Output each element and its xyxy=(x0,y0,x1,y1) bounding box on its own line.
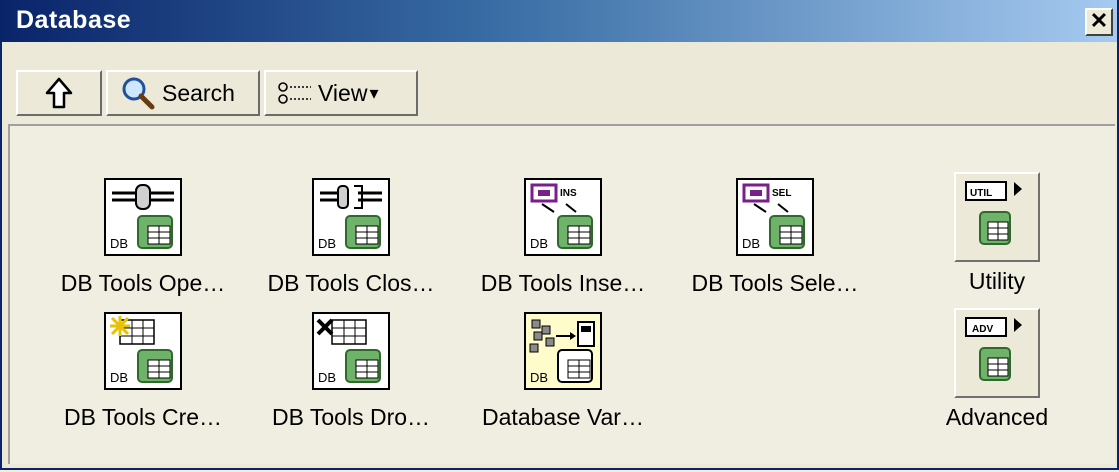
db-tag: DB xyxy=(110,370,128,385)
palette-item-db-tools-insert-data[interactable]: INS DB DB Tools Inse… xyxy=(458,178,668,308)
palette-item-label: DB Tools Dro… xyxy=(271,404,431,430)
database-palette-window: Database ✕ Search View ▾ DB DB Tools Ope… xyxy=(0,0,1119,470)
subpalette-label: Utility xyxy=(968,268,1026,294)
palette-item-label: DB Tools Cre… xyxy=(63,404,223,430)
palette-item-database-variant[interactable]: DB Database Var… xyxy=(458,312,668,442)
subpalette-label: Advanced xyxy=(945,404,1049,430)
up-button[interactable] xyxy=(16,70,102,116)
select-data-icon: SEL DB xyxy=(736,178,814,256)
subpalette-advanced[interactable]: ADV Advanced xyxy=(924,308,1074,444)
search-button-label: Search xyxy=(162,79,235,106)
search-icon xyxy=(122,77,155,110)
chevron-down-icon: ▾ xyxy=(369,82,379,103)
function-palette: DB DB Tools Ope… DB DB Tools Clos… INS D… xyxy=(8,124,1115,464)
palette-item-db-tools-drop-table[interactable]: DB DB Tools Dro… xyxy=(246,312,456,442)
utility-code-label: UTIL xyxy=(970,188,992,199)
palette-item-label: Database Var… xyxy=(482,404,644,430)
palette-item-db-tools-select-data[interactable]: SEL DB DB Tools Sele… xyxy=(670,178,880,308)
view-button[interactable]: View ▾ xyxy=(264,70,418,116)
insert-code-label: INS xyxy=(560,188,577,199)
view-button-label: View xyxy=(318,79,368,106)
palette-item-db-tools-close-connection[interactable]: DB DB Tools Clos… xyxy=(246,178,456,308)
select-code-label: SEL xyxy=(772,188,791,199)
open-connection-icon: DB xyxy=(104,178,182,256)
db-tag: DB xyxy=(742,236,760,251)
window-title: Database xyxy=(16,6,132,34)
title-bar[interactable]: Database ✕ xyxy=(2,0,1117,42)
subpalette-utility[interactable]: UTIL Utility xyxy=(924,172,1074,302)
palette-item-db-tools-create-table[interactable]: DB DB Tools Cre… xyxy=(38,312,248,442)
db-tag: DB xyxy=(318,370,336,385)
palette-item-label: DB Tools Ope… xyxy=(60,270,226,296)
advanced-code-label: ADV xyxy=(972,324,993,335)
advanced-subpalette-icon: ADV xyxy=(954,308,1040,398)
drop-table-icon: DB xyxy=(312,312,390,390)
db-tag: DB xyxy=(110,236,128,251)
database-variant-icon: DB xyxy=(524,312,602,390)
palette-item-label: DB Tools Clos… xyxy=(267,270,435,296)
search-button[interactable]: Search xyxy=(106,70,260,116)
close-connection-icon: DB xyxy=(312,178,390,256)
insert-data-icon: INS DB xyxy=(524,178,602,256)
close-icon: ✕ xyxy=(1089,8,1109,33)
close-button[interactable]: ✕ xyxy=(1085,8,1113,36)
db-tag: DB xyxy=(530,236,548,251)
utility-subpalette-icon: UTIL xyxy=(954,172,1040,262)
db-tag: DB xyxy=(318,236,336,251)
db-tag: DB xyxy=(530,370,548,385)
palette-item-label: DB Tools Inse… xyxy=(480,270,646,296)
palette-item-db-tools-open-connection[interactable]: DB DB Tools Ope… xyxy=(38,178,248,308)
up-arrow-icon xyxy=(45,77,73,109)
view-list-icon xyxy=(278,82,311,104)
palette-item-label: DB Tools Sele… xyxy=(691,270,859,296)
create-table-icon: DB xyxy=(104,312,182,390)
toolbar: Search View ▾ xyxy=(2,42,1117,124)
